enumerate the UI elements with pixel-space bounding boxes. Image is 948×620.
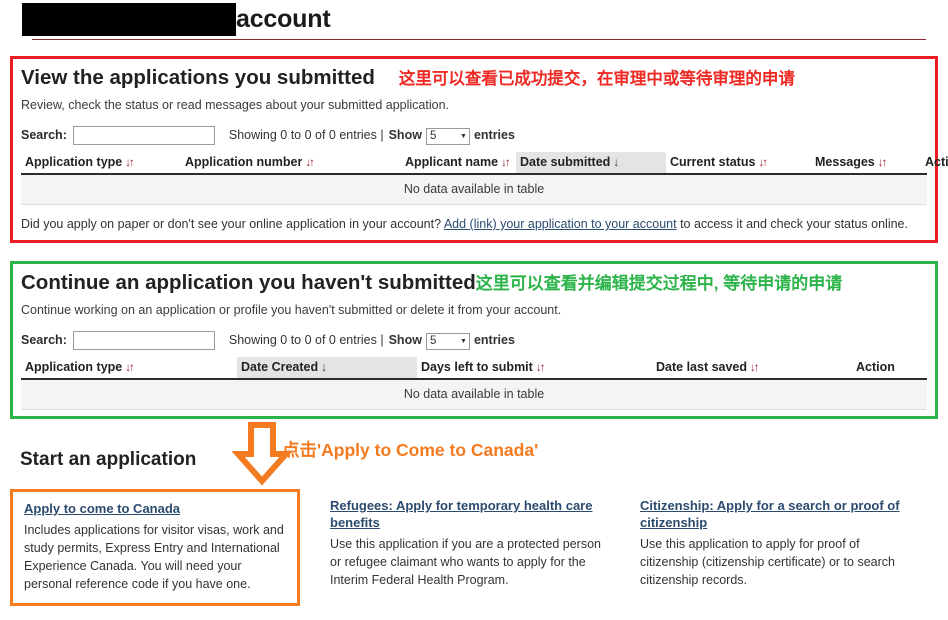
column-label: Action	[925, 155, 948, 169]
column-label: Date Created	[241, 360, 319, 374]
column-label: Days left to submit	[421, 360, 533, 374]
submitted-section-title: View the applications you submitted	[21, 66, 375, 89]
submitted-section-subtitle: Review, check the status or read message…	[21, 98, 450, 112]
submitted-applications-table: Application type ↓↑ Application number ↓↑ …	[21, 152, 948, 205]
submitted-entries-value: 5	[429, 130, 437, 142]
continue-applications-table: Application type ↓↑ Date Created ↓ Days le…	[21, 357, 927, 410]
continue-applications-section: Continue an application you haven't subm…	[10, 261, 938, 419]
continue-table-header-row: Application type ↓↑ Date Created ↓ Days le…	[21, 357, 927, 380]
application-cards: Apply to come to Canada Includes applica…	[10, 489, 938, 606]
start-annotation-text: 点击'Apply to Come to Canada'	[282, 440, 539, 460]
column-header-days-left-to-submit[interactable]: Days left to submit ↓↑	[417, 357, 652, 380]
column-header-date-created[interactable]: Date Created ↓	[237, 357, 417, 380]
submitted-applications-section: View the applications you submitted 这里可以…	[10, 56, 948, 243]
submitted-search-input[interactable]	[72, 125, 215, 145]
continue-search-input[interactable]	[72, 330, 215, 350]
column-header-application-type[interactable]: Application type ↓↑	[21, 152, 181, 175]
continue-table-controls: Search: Showing 0 to 0 of 0 entries | Sh…	[21, 329, 927, 351]
page-title: account	[236, 4, 331, 33]
continue-entries-value: 5	[429, 335, 437, 347]
column-label: Date submitted	[520, 155, 611, 169]
column-header-date-last-saved[interactable]: Date last saved ↓↑	[652, 357, 852, 380]
continue-section-subtitle: Continue working on an application or pr…	[21, 303, 562, 317]
start-application-section: 点击'Apply to Come to Canada' Start an app…	[10, 419, 938, 606]
chevron-down-icon: ▼	[460, 132, 467, 140]
header-divider	[32, 39, 926, 40]
sort-both-icon: ↓↑	[305, 157, 314, 169]
submitted-table-empty-row: No data available in table	[21, 174, 927, 205]
continue-table-empty-row: No data available in table	[21, 379, 927, 410]
application-card-come-to-canada: Apply to come to Canada Includes applica…	[10, 489, 300, 606]
empty-table-message: No data available in table	[21, 174, 927, 205]
continue-show-label: Show	[388, 333, 422, 347]
column-header-messages[interactable]: Messages ↓↑	[811, 152, 921, 175]
footnote-text-after: to access it and check your status onlin…	[680, 217, 908, 231]
column-header-current-status[interactable]: Current status ↓↑	[666, 152, 811, 175]
submitted-header-line: View the applications you submitted 这里可以…	[21, 65, 927, 92]
card-description: Use this application to apply for proof …	[640, 537, 895, 587]
application-card-citizenship-proof: Citizenship: Apply for a search or proof…	[629, 489, 929, 599]
sort-both-icon: ↓↑	[125, 157, 134, 169]
column-label: Application type	[25, 360, 123, 374]
add-application-link[interactable]: Add (link) your application to your acco…	[444, 217, 677, 231]
sort-descending-icon: ↓	[613, 155, 620, 169]
column-header-application-number[interactable]: Application number ↓↑	[181, 152, 401, 175]
apply-to-come-to-canada-link[interactable]: Apply to come to Canada	[24, 500, 286, 517]
submitted-entries-label: entries	[473, 128, 515, 142]
card-description: Use this application if you are a protec…	[330, 537, 601, 587]
citizenship-proof-link[interactable]: Citizenship: Apply for a search or proof…	[640, 497, 918, 531]
paper-application-footnote: Did you apply on paper or don't see your…	[21, 216, 927, 232]
sort-both-icon: ↓↑	[535, 362, 545, 374]
submitted-show-label: Show	[388, 128, 422, 142]
card-description: Includes applications for visitor visas,…	[24, 523, 284, 591]
column-header-application-type[interactable]: Application type ↓↑	[21, 357, 237, 380]
empty-table-message: No data available in table	[21, 379, 927, 410]
submitted-showing-text: Showing 0 to 0 of 0 entries |	[228, 128, 384, 142]
application-card-refugees-health-care: Refugees: Apply for temporary health car…	[319, 489, 619, 599]
column-label: Application type	[25, 155, 123, 169]
page-header: account	[0, 0, 948, 40]
column-header-applicant-name[interactable]: Applicant name ↓↑	[401, 152, 516, 175]
column-label: Date last saved	[656, 360, 748, 374]
column-label: Current status	[670, 155, 756, 169]
submitted-annotation-text: 这里可以查看已成功提交，在审理中或等待审理的申请	[398, 70, 795, 88]
sort-both-icon: ↓↑	[501, 157, 510, 169]
column-header-date-submitted[interactable]: Date submitted ↓	[516, 152, 666, 175]
submitted-table-controls: Search: Showing 0 to 0 of 0 entries | Sh…	[21, 124, 927, 146]
sort-both-icon: ↓↑	[758, 157, 767, 169]
footnote-text-before: Did you apply on paper or don't see your…	[21, 217, 442, 231]
column-header-action: Action	[921, 152, 948, 175]
continue-entries-select[interactable]: 5 ▼	[425, 332, 470, 350]
continue-showing-text: Showing 0 to 0 of 0 entries |	[228, 333, 384, 347]
header-row: account	[10, 0, 938, 38]
submitted-entries-select[interactable]: 5 ▼	[425, 127, 470, 145]
continue-header-line: Continue an application you haven't subm…	[21, 270, 927, 297]
column-label: Applicant name	[405, 155, 499, 169]
submitted-search-label: Search:	[21, 128, 67, 142]
refugees-health-care-link[interactable]: Refugees: Apply for temporary health car…	[330, 497, 608, 531]
continue-entries-label: entries	[473, 333, 515, 347]
redacted-name-bar	[22, 2, 236, 36]
column-label: Application number	[185, 155, 303, 169]
sort-both-icon: ↓↑	[750, 362, 759, 374]
continue-section-title: Continue an application you haven't subm…	[21, 271, 476, 294]
continue-annotation-text: 这里可以查看并编辑提交过程中, 等待申请的申请	[475, 274, 843, 293]
start-section-title: Start an application	[20, 449, 197, 470]
sort-both-icon: ↓↑	[877, 157, 887, 169]
continue-search-label: Search:	[21, 333, 67, 347]
sort-descending-icon: ↓	[321, 360, 328, 374]
column-header-action: Action	[852, 357, 927, 380]
column-label: Action	[856, 360, 895, 374]
submitted-table-header-row: Application type ↓↑ Application number ↓↑ …	[21, 152, 948, 175]
column-label: Messages	[815, 155, 875, 169]
sort-both-icon: ↓↑	[125, 362, 134, 374]
chevron-down-icon: ▼	[460, 337, 467, 345]
